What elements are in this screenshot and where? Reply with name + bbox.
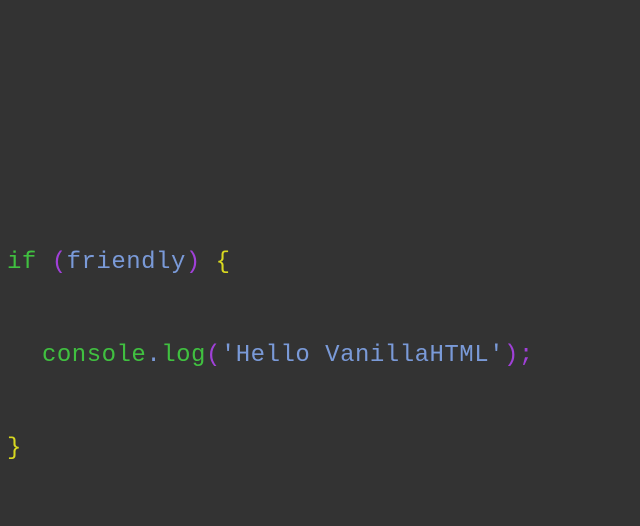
close-paren: ): [504, 342, 519, 369]
semicolon: ;: [518, 342, 534, 369]
console-object: console: [42, 342, 147, 369]
code-line-1: if (friendly) {: [7, 247, 534, 278]
log-method: log: [161, 342, 206, 369]
condition-identifier: friendly: [66, 249, 186, 276]
close-brace: }: [7, 435, 22, 462]
member-dot: .: [146, 342, 162, 369]
open-brace: {: [215, 249, 231, 276]
open-paren: (: [205, 342, 221, 369]
open-paren: (: [51, 249, 67, 276]
code-line-2: console.log('Hello VanillaHTML');: [7, 340, 534, 371]
code-line-3: }: [7, 433, 534, 464]
keyword-if: if: [7, 249, 37, 276]
string-literal: 'Hello VanillaHTML': [220, 342, 505, 369]
close-paren: ): [185, 249, 201, 276]
code-block: if (friendly) { console.log('Hello Vanil…: [7, 185, 534, 526]
code-editor: if (friendly) { console.log('Hello Vanil…: [0, 0, 640, 480]
